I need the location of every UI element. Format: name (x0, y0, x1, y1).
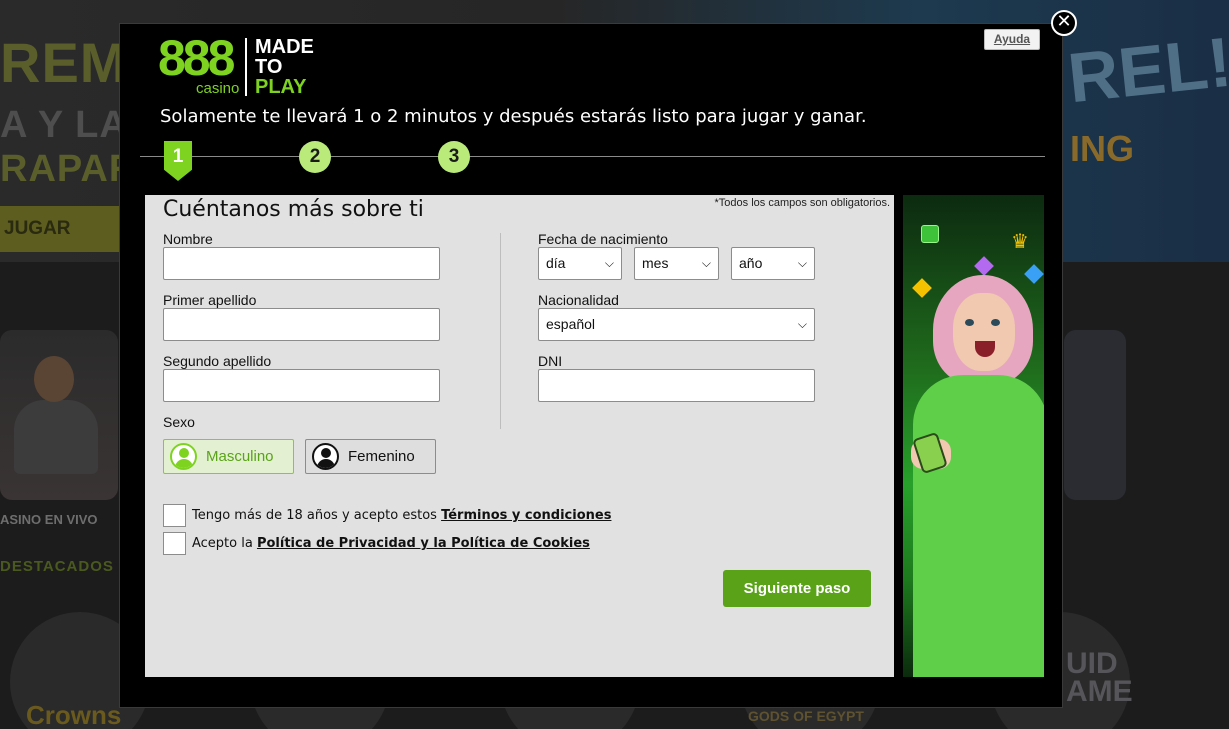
promo-image: ♛ (903, 195, 1044, 677)
person-face (953, 293, 1015, 371)
crown-icon: ♛ (1011, 229, 1029, 253)
logo-tagline: MADE (255, 36, 314, 58)
birth-month-select[interactable]: mes ⌵ (634, 247, 719, 280)
gender-label: Sexo (163, 414, 195, 430)
chevron-down-icon: ⌵ (797, 317, 807, 331)
logo-brand: 888 (158, 30, 235, 86)
background-play-button: JUGAR (0, 206, 128, 252)
person-eye (991, 319, 1000, 326)
dni-label: DNI (538, 353, 563, 369)
first-name-input[interactable] (163, 247, 440, 280)
first-name-label: Nombre (163, 231, 213, 247)
background-promo-text: REL! (1064, 22, 1229, 118)
background-hero-text: RAPAR (0, 148, 138, 190)
column-divider (500, 233, 501, 429)
background-game-title: UID AME (1066, 647, 1133, 708)
female-avatar-icon (312, 443, 339, 470)
person-eye (965, 319, 974, 326)
star-decoration (912, 278, 932, 298)
gender-female-label: Femenino (348, 448, 415, 465)
privacy-prefix: Acepto la (192, 536, 257, 551)
second-surname-input[interactable] (163, 369, 440, 402)
registration-form: *Todos los campos son obligatorios. Cuén… (145, 195, 894, 677)
background-game-title: Crowns (26, 700, 122, 729)
step-2-indicator: 2 (299, 141, 331, 173)
nationality-value: español (546, 316, 596, 332)
gender-male-button[interactable]: Masculino (163, 439, 294, 474)
first-surname-input[interactable] (163, 308, 440, 341)
first-surname-label: Primer apellido (163, 292, 257, 308)
terms-prefix: Tengo más de 18 años y acepto estos (192, 508, 442, 523)
birth-year-value: año (739, 255, 763, 271)
birth-month-value: mes (642, 255, 669, 271)
background-game-card (1064, 330, 1126, 500)
gender-female-button[interactable]: Femenino (305, 439, 436, 474)
registration-modal: 888 casino MADE TO PLAY Ayuda Solamente … (119, 23, 1063, 708)
form-title: Cuéntanos más sobre ti (163, 197, 424, 222)
logo-casino-text: casino (196, 80, 240, 97)
background-section-label: DESTACADOS (0, 558, 114, 575)
chevron-down-icon: ⌵ (604, 256, 614, 270)
888casino-logo: 888 casino MADE TO PLAY (158, 32, 328, 98)
modal-subtitle: Solamente te llevará 1 o 2 minutos y des… (160, 106, 867, 127)
background-hero-text: A Y LA (0, 104, 128, 146)
step-3-indicator: 3 (438, 141, 470, 173)
gender-male-label: Masculino (206, 448, 274, 465)
steps-progress-line (140, 156, 1045, 157)
terms-text: Tengo más de 18 años y acepto estos Térm… (192, 508, 611, 523)
background-section-label: ASINO EN VIVO (0, 512, 98, 527)
birth-year-select[interactable]: año ⌵ (731, 247, 815, 280)
birthdate-label: Fecha de nacimiento (538, 231, 668, 247)
background-dealer-image (34, 356, 74, 402)
required-fields-note: *Todos los campos son obligatorios. (714, 197, 890, 209)
gem-decoration (1024, 264, 1044, 284)
close-modal-button[interactable]: ✕ (1051, 10, 1077, 36)
gem-decoration (974, 256, 994, 276)
male-avatar-icon (170, 443, 197, 470)
nationality-label: Nacionalidad (538, 292, 619, 308)
next-step-button[interactable]: Siguiente paso (723, 570, 871, 607)
second-surname-label: Segundo apellido (163, 353, 272, 369)
dice-decoration (921, 225, 939, 243)
background-promo-text: ING (1070, 128, 1135, 169)
background-game-title: GODS OF EGYPT (748, 708, 864, 724)
terms-checkbox[interactable] (163, 504, 186, 527)
terms-link[interactable]: Términos y condiciones (441, 508, 611, 523)
privacy-link[interactable]: Política de Privacidad y la Política de … (257, 536, 590, 551)
birth-day-value: día (546, 255, 566, 271)
chevron-down-icon: ⌵ (797, 256, 807, 270)
chevron-down-icon: ⌵ (701, 256, 711, 270)
help-button[interactable]: Ayuda (984, 29, 1040, 50)
dni-input[interactable] (538, 369, 815, 402)
logo-divider (245, 38, 247, 96)
background-dealer-image (14, 400, 98, 474)
person-body (913, 375, 1044, 677)
privacy-text: Acepto la Política de Privacidad y la Po… (192, 536, 590, 551)
logo-tagline: TO (255, 56, 283, 78)
nationality-select[interactable]: español ⌵ (538, 308, 815, 341)
birth-day-select[interactable]: día ⌵ (538, 247, 622, 280)
privacy-checkbox[interactable] (163, 532, 186, 555)
step-1-indicator: 1 (164, 141, 192, 181)
logo-tagline: PLAY (255, 76, 307, 98)
